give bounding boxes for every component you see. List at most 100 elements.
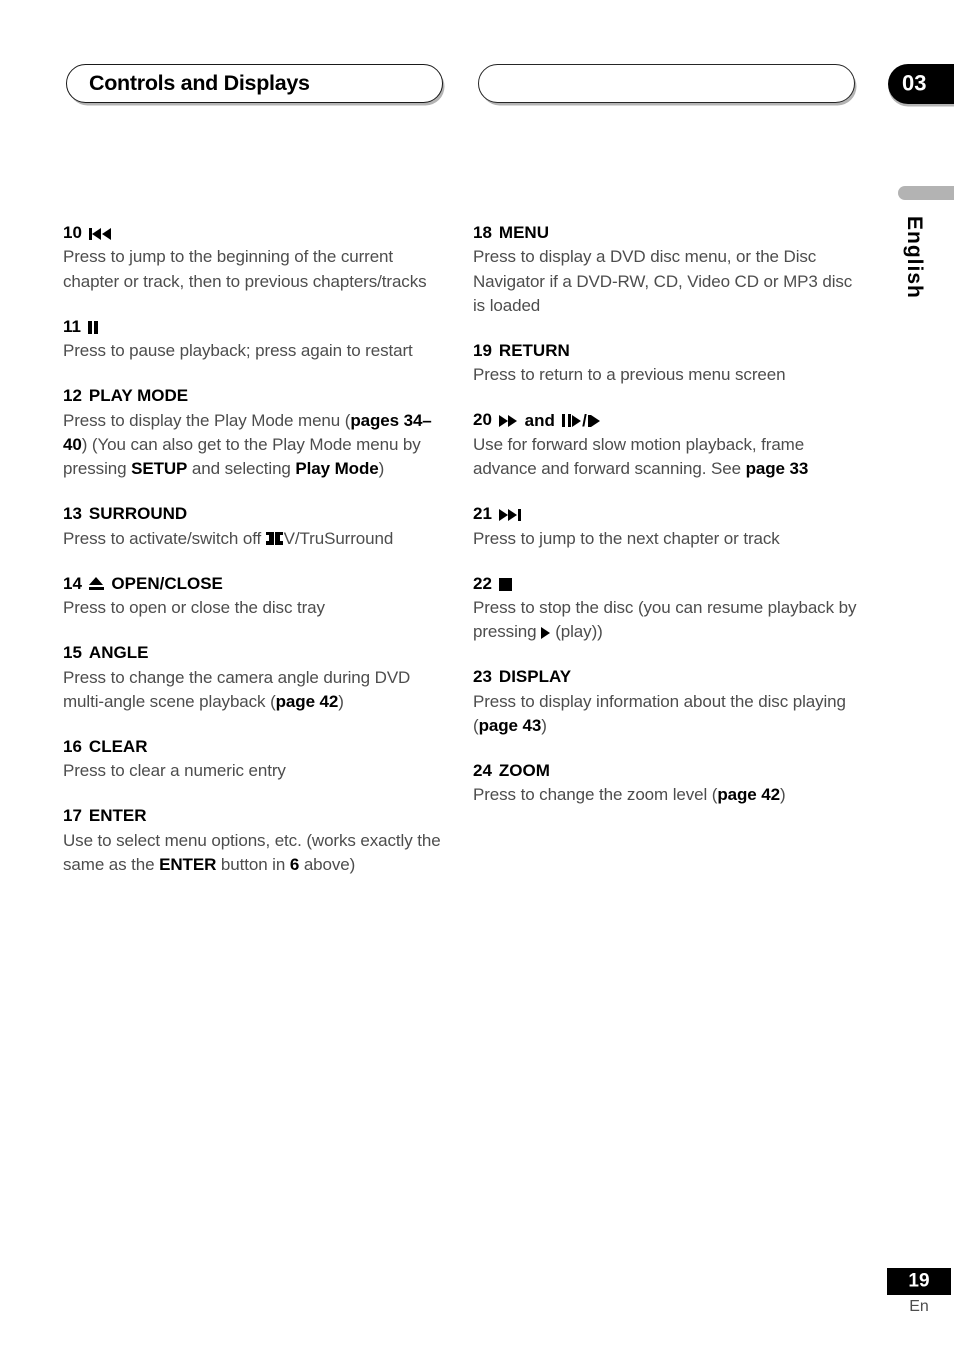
description-text: ) [378,458,385,478]
language-tab-marker [898,186,954,200]
description-text: Press to jump to the next chapter or tra… [473,528,780,548]
control-entry: 17 ENTER Use to select menu options, etc. … [63,805,448,877]
control-entry: 23 DISPLAY Press to display information ab… [473,666,858,738]
control-entry-title: RETURN [498,340,570,360]
control-entry-heading: 20 and / [473,409,858,431]
control-entry-description: Press to change the zoom level (page 42) [473,783,858,807]
control-entry-number: 11 [63,316,81,336]
control-entry-heading: 24 ZOOM [473,760,858,782]
control-entry-description: Use to select menu options, etc. (works … [63,829,448,877]
description-text: ) [541,715,547,735]
control-entry-number: 17 [63,806,82,826]
emphasized-text: ENTER [159,855,217,874]
emphasized-text: page 33 [745,458,809,478]
control-entry-number: 18 [473,223,492,242]
control-entry-heading: 15 ANGLE [63,642,448,664]
control-entry-title: SURROUND [88,504,188,524]
left-column: 10 Press to jump to the beginning of the … [63,222,448,877]
control-entry-heading: 21 [473,503,858,525]
next-track-icon [498,508,521,521]
description-text: Press to clear a numeric entry [63,761,286,781]
control-entry-number: 14 [63,573,82,593]
emphasized-text: 6 [289,855,300,874]
description-text: Press to display a DVD disc menu, or the… [473,247,853,315]
emphasized-text: page 42 [717,785,780,805]
description-text: button in [216,855,290,874]
control-entry: 13 SURROUND Press to activate/switch off V… [63,503,448,551]
control-entry-description: Press to open or close the disc tray [63,596,448,620]
description-text: Press to pause playback; press again to … [63,341,413,361]
control-entry-heading: 16 CLEAR [63,736,448,758]
description-text: Press to return to a previous menu scree… [473,365,786,385]
control-entry-title: DISPLAY [498,667,572,687]
control-entry-description: Press to stop the disc (you can resume p… [473,596,858,644]
control-entry-description: Press to display a DVD disc menu, or the… [473,245,858,317]
description-text: (play)) [550,622,603,642]
chapter-badge: 03 [888,64,954,104]
fast-forward-and-slow-motion-icons: and / [498,412,601,429]
control-entry-title: ZOOM [498,761,550,780]
control-entry-title: ENTER [88,806,147,826]
control-entry-description: Press to activate/switch off V/TruSurrou… [63,527,448,551]
control-entry: 24 ZOOM Press to change the zoom level (pa… [473,760,858,808]
control-entry-number: 13 [63,504,82,524]
description-text: and selecting [187,458,296,478]
control-entry-heading: 12 PLAY MODE [63,385,448,407]
control-entry: 11 Press to pause playback; press again t… [63,316,448,364]
control-entry-number: 19 [473,340,492,360]
description-text: Press to open or close the disc tray [63,598,325,618]
description-text: ) [338,691,344,711]
control-entry-heading: 19 RETURN [473,340,858,362]
control-entry-heading: 11 [63,316,448,338]
control-entry: 14 OPEN/CLOSE Press to open or close the d… [63,573,448,621]
control-entry-number: 15 [63,643,82,663]
secondary-title-pill [478,64,855,103]
control-entry: 10 Press to jump to the beginning of the … [63,222,448,294]
language-sidebar-label: English [903,216,926,299]
chapter-number: 03 [902,70,927,96]
control-entry: 22 Press to stop the disc (you can resume… [473,573,858,645]
control-entry-number: 24 [473,761,492,780]
play-icon [541,626,551,639]
description-text: above) [299,855,356,874]
control-entry-title: OPEN/CLOSE [111,573,223,593]
emphasized-text: page 42 [275,691,339,711]
control-entry-number: 21 [473,504,492,524]
description-text: Press to stop the disc (you can resume p… [473,598,857,642]
emphasized-text: Play Mode [295,458,379,478]
section-title-pill: Controls and Displays [66,64,443,103]
control-entry-title: CLEAR [88,736,148,756]
stop-icon [498,577,513,591]
control-entry-number: 23 [473,667,492,687]
description-text: Press to jump to the beginning of the cu… [63,247,427,291]
description-text: Press to display the Play Mode menu ( [63,410,351,430]
control-entry-title: MENU [498,223,549,242]
control-entry-title: PLAY MODE [88,386,189,406]
control-entry-heading: 18 MENU [473,222,858,244]
description-text: ) [780,785,786,805]
page-number: 19 [908,1270,930,1292]
control-entry-description: Press to jump to the next chapter or tra… [473,527,858,551]
control-entry-title: ANGLE [88,643,149,663]
description-text: Press to activate/switch off [63,528,266,548]
control-entry: 18 MENU Press to display a DVD disc menu, … [473,222,858,318]
footer-language-code: En [909,1298,929,1315]
emphasized-text: page 43 [478,715,542,735]
control-entry-description: Press to clear a numeric entry [63,759,448,783]
dolby-digital-logo [265,531,284,546]
right-column: 18 MENU Press to display a DVD disc menu, … [473,222,858,808]
control-entry: 19 RETURN Press to return to a previous me… [473,340,858,388]
control-entry-number: 16 [63,736,82,756]
control-entry-heading: 17 ENTER [63,805,448,827]
control-entry: 12 PLAY MODE Press to display the Play Mod… [63,385,448,481]
eject-icon [88,576,105,591]
control-entry-heading: 14 OPEN/CLOSE [63,573,448,595]
control-entry-number: 10 [63,223,82,242]
control-entry-description: Press to pause playback; press again to … [63,339,448,363]
control-entry-heading: 22 [473,573,858,595]
control-entry-number: 20 [473,410,492,430]
page-number-badge: 19 [887,1268,951,1295]
control-entry-description: Press to display information about the d… [473,690,858,738]
pause-icon [87,320,98,334]
control-entry: 21 Press to jump to the next chapter or t… [473,503,858,551]
